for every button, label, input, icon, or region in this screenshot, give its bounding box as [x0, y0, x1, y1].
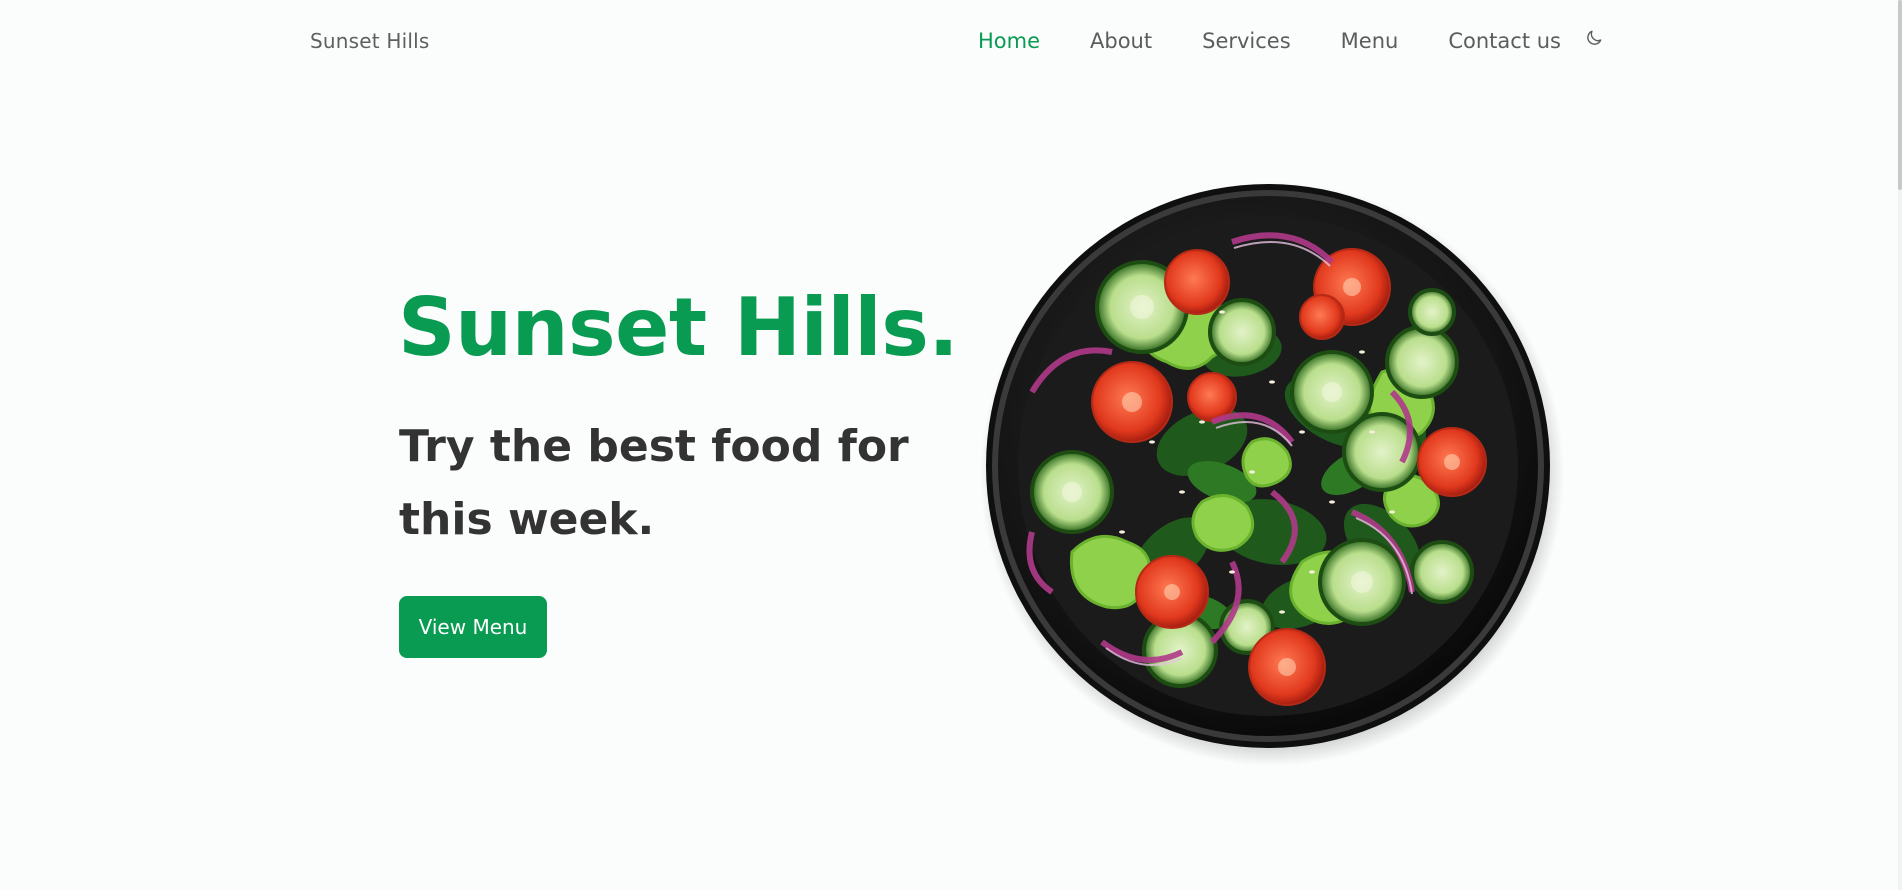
- scrollbar-track[interactable]: [1898, 0, 1902, 890]
- hero-subtitle: Try the best food for this week.: [399, 421, 909, 545]
- view-menu-button[interactable]: View Menu: [399, 596, 547, 658]
- main-nav: Home About Services Menu Contact us: [978, 29, 1607, 53]
- nav-link-about[interactable]: About: [1090, 29, 1152, 53]
- scrollbar-thumb[interactable]: [1898, 0, 1902, 190]
- nav-link-services[interactable]: Services: [1202, 29, 1291, 53]
- page: Sunset Hills Home About Services Menu Co…: [0, 0, 1902, 890]
- site-header: Sunset Hills Home About Services Menu Co…: [0, 0, 1902, 88]
- nav-link-menu[interactable]: Menu: [1341, 29, 1399, 53]
- brand-logo[interactable]: Sunset Hills: [310, 29, 430, 53]
- theme-toggle-button[interactable]: [1581, 25, 1607, 51]
- moon-icon: [1587, 30, 1602, 45]
- salad-bowl-image: [972, 172, 1564, 764]
- nav-link-home[interactable]: Home: [978, 29, 1040, 53]
- nav-link-contact[interactable]: Contact us: [1448, 29, 1561, 53]
- hero-title: Sunset Hills.: [398, 281, 959, 374]
